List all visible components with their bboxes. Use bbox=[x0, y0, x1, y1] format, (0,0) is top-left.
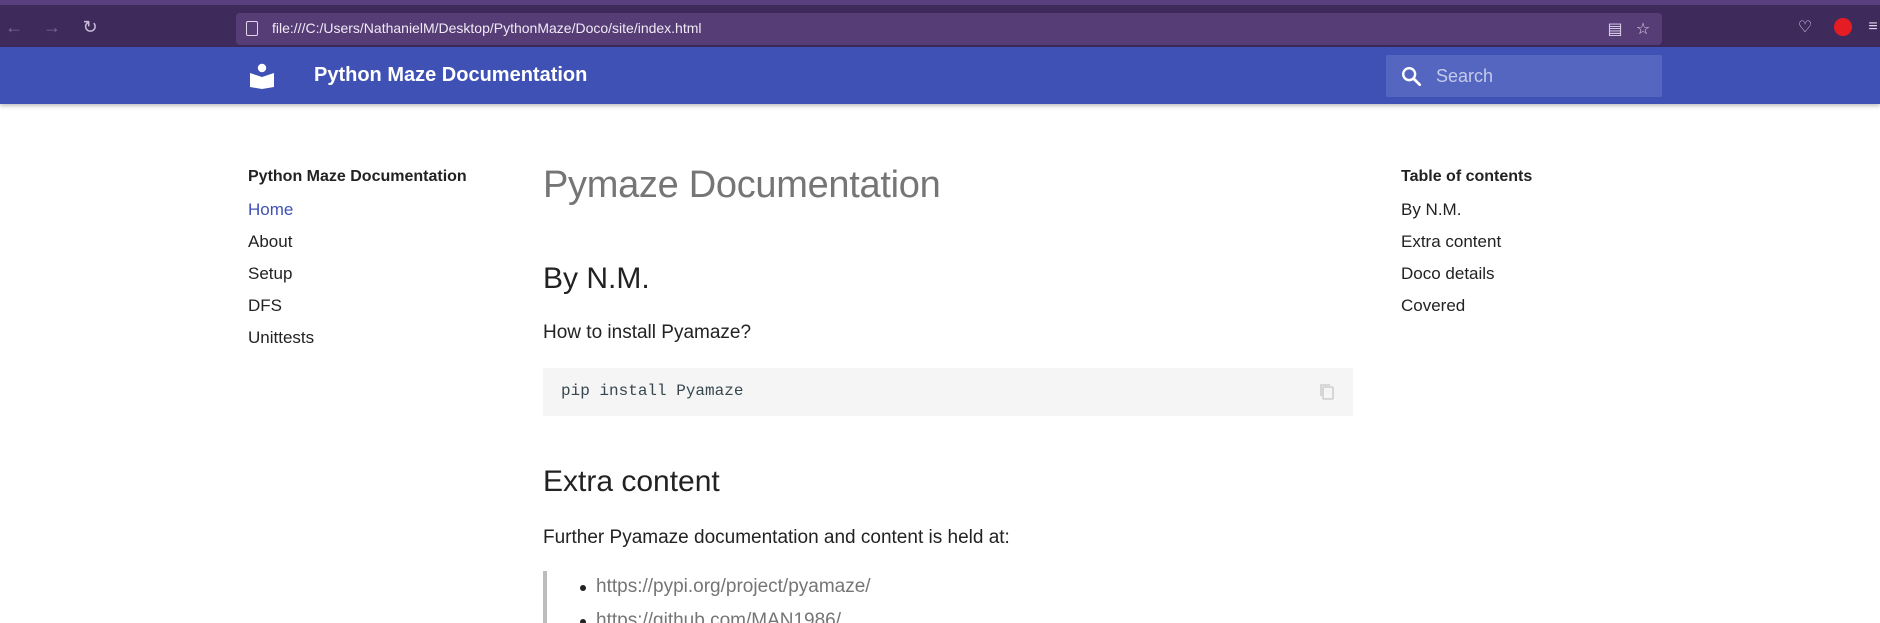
nav-item-dfs[interactable]: DFS bbox=[248, 296, 282, 316]
toc-item-doco-details[interactable]: Doco details bbox=[1401, 264, 1495, 284]
nav-item-about[interactable]: About bbox=[248, 232, 292, 252]
page-icon bbox=[246, 21, 258, 36]
toc-title: Table of contents bbox=[1401, 168, 1533, 185]
list-bullet bbox=[580, 619, 586, 623]
back-arrow-icon[interactable]: ← bbox=[2, 15, 26, 39]
reload-icon[interactable]: ↻ bbox=[78, 15, 102, 39]
search-icon bbox=[1402, 67, 1422, 87]
page-title: Pymaze Documentation bbox=[543, 164, 941, 206]
star-icon[interactable]: ☆ bbox=[1632, 18, 1654, 40]
blockquote-bar bbox=[543, 571, 547, 623]
extension-icon[interactable] bbox=[1834, 18, 1852, 36]
nav-item-setup[interactable]: Setup bbox=[248, 264, 292, 284]
section-heading-extra-content: Extra content bbox=[543, 465, 720, 498]
pocket-icon[interactable]: ♡ bbox=[1794, 16, 1816, 38]
code-text[interactable]: pip install Pyamaze bbox=[561, 382, 743, 400]
install-question: How to install Pyamaze? bbox=[543, 322, 752, 343]
copy-icon[interactable] bbox=[1319, 383, 1335, 401]
forward-arrow-icon[interactable]: → bbox=[40, 15, 64, 39]
toc-item-extra-content[interactable]: Extra content bbox=[1401, 232, 1501, 252]
nav-item-home[interactable]: Home bbox=[248, 200, 293, 220]
browser-toolbar: ← → ↻ file:///C:/Users/NathanielM/Deskto… bbox=[0, 0, 1880, 47]
search-input[interactable] bbox=[1436, 55, 1656, 97]
section-heading-by-nm: By N.M. bbox=[543, 262, 650, 295]
address-bar[interactable]: file:///C:/Users/NathanielM/Desktop/Pyth… bbox=[236, 13, 1662, 45]
link-github[interactable]: https://github.com/MAN1986/ bbox=[596, 610, 841, 623]
list-bullet bbox=[580, 585, 586, 591]
toc-item-by-nm[interactable]: By N.M. bbox=[1401, 200, 1461, 220]
site-header: Python Maze Documentation bbox=[0, 47, 1880, 104]
nav-item-unittests[interactable]: Unittests bbox=[248, 328, 314, 348]
book-reader-icon[interactable] bbox=[248, 63, 276, 89]
reader-view-icon[interactable]: ▤ bbox=[1604, 18, 1626, 40]
menu-icon[interactable]: ≡ bbox=[1866, 16, 1880, 38]
toc-item-covered[interactable]: Covered bbox=[1401, 296, 1465, 316]
extra-content-text: Further Pyamaze documentation and conten… bbox=[543, 527, 1010, 548]
url-text[interactable]: file:///C:/Users/NathanielM/Desktop/Pyth… bbox=[272, 20, 702, 36]
search-box[interactable] bbox=[1386, 55, 1662, 97]
nav-title: Python Maze Documentation bbox=[248, 168, 467, 185]
site-title[interactable]: Python Maze Documentation bbox=[314, 64, 587, 87]
code-block: pip install Pyamaze bbox=[543, 368, 1353, 416]
link-pypi[interactable]: https://pypi.org/project/pyamaze/ bbox=[596, 576, 871, 598]
